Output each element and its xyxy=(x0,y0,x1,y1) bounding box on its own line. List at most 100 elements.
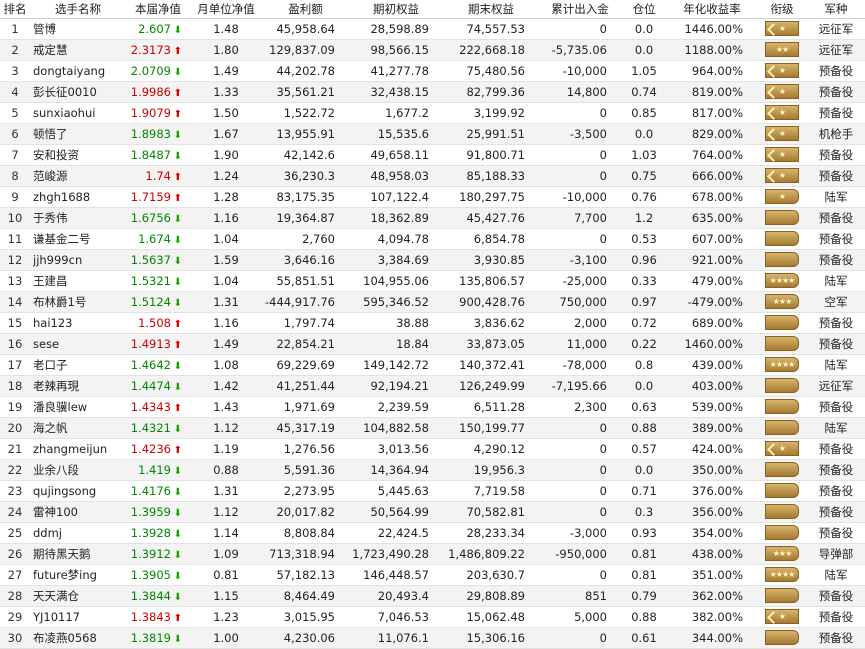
player-name-link[interactable]: 范峻源 xyxy=(30,165,126,186)
nav-cell: 2.3173 ⬆ xyxy=(126,39,190,60)
col-header-cumulative-flow[interactable]: 累计出入金 xyxy=(539,0,621,19)
player-name-link[interactable]: 雷神100 xyxy=(30,501,126,522)
monthly-nav-cell: 1.16 xyxy=(213,210,239,225)
start-equity-cell: 3,013.56 xyxy=(377,441,429,456)
table-row: 12 jjh999cn 1.5637 ⬇ 1.59 3,646.16 3,384.69 3,9… xyxy=(0,249,865,270)
col-header-monthly[interactable]: 月单位净值 xyxy=(190,0,262,19)
col-header-end-equity[interactable]: 期末权益 xyxy=(443,0,539,19)
col-header-rank-badge[interactable]: 衔级 xyxy=(757,0,807,19)
profit-cell: 13,955.91 xyxy=(276,126,335,141)
annual-return-cell: 921.00% xyxy=(691,252,743,267)
player-name-link[interactable]: 布林爵1号 xyxy=(30,291,126,312)
col-header-annual-return[interactable]: 年化收益率 xyxy=(667,0,757,19)
nav-cell: 1.3905 ⬇ xyxy=(126,564,190,585)
player-name-link[interactable]: dongtaiyang xyxy=(30,60,126,81)
profit-cell: 4,230.06 xyxy=(283,630,335,645)
player-name-link[interactable]: 彭长征0010 xyxy=(30,81,126,102)
col-header-start-equity[interactable]: 期初权益 xyxy=(349,0,443,19)
nav-cell: 1.4176 ⬇ xyxy=(126,480,190,501)
army-cell: 机枪手 xyxy=(818,126,854,141)
player-name-link[interactable]: 管博 xyxy=(30,18,126,39)
rank-badge-cell: ★★★ xyxy=(757,291,807,312)
player-name-link[interactable]: YJ10117 xyxy=(30,606,126,627)
player-name-link[interactable]: 海之帆 xyxy=(30,417,126,438)
player-name-link[interactable]: 潘良骥lew xyxy=(30,396,126,417)
player-name-link[interactable]: 业余八段 xyxy=(30,459,126,480)
rank-badge-cell xyxy=(757,249,807,270)
start-equity-cell: 595,346.52 xyxy=(363,294,429,309)
nav-value: 1.9986 xyxy=(130,84,171,99)
player-name-link[interactable]: 期待黑天鹅 xyxy=(30,543,126,564)
position-cell: 0.0 xyxy=(634,462,654,477)
player-name-link[interactable]: 于秀伟 xyxy=(30,207,126,228)
player-name-link[interactable]: future梦ing xyxy=(30,564,126,585)
position-cell: 0.22 xyxy=(631,336,657,351)
player-name-link[interactable]: ddmj xyxy=(30,522,126,543)
arrow-up-icon: ⬆ xyxy=(173,339,182,351)
player-name-link[interactable]: 王建昌 xyxy=(30,270,126,291)
col-header-name[interactable]: 选手名称 xyxy=(30,0,126,19)
rank-badge-cell: ★ xyxy=(757,438,807,459)
player-name-link[interactable]: 布凌燕0568 xyxy=(30,627,126,648)
player-name-link[interactable]: 老辣再現 xyxy=(30,375,126,396)
player-name-link[interactable]: jjh999cn xyxy=(30,249,126,270)
rank-badge-cell xyxy=(757,522,807,543)
arrow-down-icon: ⬇ xyxy=(173,360,182,372)
rank-badge-cell: ★★★★ xyxy=(757,270,807,291)
table-row: 26 期待黑天鹅 1.3912 ⬇ 1.09 713,318.94 1,723,490.28… xyxy=(0,543,865,564)
annual-return-cell: 479.00% xyxy=(691,273,743,288)
player-name-link[interactable]: zhgh1688 xyxy=(30,186,126,207)
position-cell: 0.97 xyxy=(631,294,657,309)
arrow-up-icon: ⬆ xyxy=(173,612,182,624)
nav-cell: 1.74 ⬆ xyxy=(126,165,190,186)
nav-cell: 1.6756 ⬇ xyxy=(126,207,190,228)
player-name-link[interactable]: zhangmeijun xyxy=(30,438,126,459)
rank-cell: 1 xyxy=(11,21,19,36)
position-cell: 0.88 xyxy=(631,420,657,435)
position-cell: 0.93 xyxy=(631,525,657,540)
cumulative-flow-cell: 0 xyxy=(599,168,607,183)
profit-cell: 2,760 xyxy=(302,231,335,246)
player-name-link[interactable]: 谦基金二号 xyxy=(30,228,126,249)
arrow-down-icon: ⬇ xyxy=(173,255,182,267)
player-name-link[interactable]: 安和投资 xyxy=(30,144,126,165)
nav-value: 1.5321 xyxy=(130,273,171,288)
player-name-link[interactable]: 戒定慧 xyxy=(30,39,126,60)
rank-insignia-icon: ★★★★ xyxy=(765,357,799,372)
player-name-link[interactable]: qujingsong xyxy=(30,480,126,501)
col-header-army[interactable]: 军种 xyxy=(807,0,865,19)
annual-return-cell: 678.00% xyxy=(691,189,743,204)
profit-cell: 35,561.21 xyxy=(276,84,335,99)
col-header-position[interactable]: 仓位 xyxy=(621,0,667,19)
rank-insignia-icon xyxy=(765,378,799,393)
start-equity-cell: 32,438.15 xyxy=(370,84,429,99)
rank-badge-cell xyxy=(757,207,807,228)
rank-insignia-icon: ★ xyxy=(765,609,799,624)
table-row: 21 zhangmeijun 1.4236 ⬆ 1.19 1,276.56 3,013.56… xyxy=(0,438,865,459)
arrow-down-icon: ⬇ xyxy=(173,66,182,78)
player-name-link[interactable]: hai123 xyxy=(30,312,126,333)
table-row: 9 zhgh1688 1.7159 ⬆ 1.28 83,175.35 107,122.4 18… xyxy=(0,186,865,207)
position-cell: 0.8 xyxy=(634,357,654,372)
nav-value: 1.674 xyxy=(138,231,171,246)
col-header-profit[interactable]: 盈利额 xyxy=(262,0,349,19)
rank-cell: 30 xyxy=(7,630,23,645)
profit-cell: 1,971.69 xyxy=(283,399,335,414)
col-header-rank[interactable]: 排名 xyxy=(0,0,30,19)
player-name-link[interactable]: 天天满仓 xyxy=(30,585,126,606)
nav-value: 1.4176 xyxy=(130,483,171,498)
annual-return-cell: 403.00% xyxy=(691,378,743,393)
nav-value: 1.3959 xyxy=(130,504,171,519)
player-name-link[interactable]: 老口子 xyxy=(30,354,126,375)
position-cell: 0.0 xyxy=(634,42,654,57)
cumulative-flow-cell: 14,800 xyxy=(566,84,607,99)
army-cell: 预备役 xyxy=(818,84,854,99)
col-header-nav[interactable]: 本届净值 xyxy=(126,0,190,19)
player-name-link[interactable]: 顿悟了 xyxy=(30,123,126,144)
player-name-link[interactable]: sese xyxy=(30,333,126,354)
nav-value: 1.5637 xyxy=(130,252,171,267)
player-name-link[interactable]: sunxiaohui xyxy=(30,102,126,123)
position-cell: 1.03 xyxy=(631,147,657,162)
arrow-down-icon: ⬇ xyxy=(173,486,182,498)
arrow-down-icon: ⬇ xyxy=(173,423,182,435)
